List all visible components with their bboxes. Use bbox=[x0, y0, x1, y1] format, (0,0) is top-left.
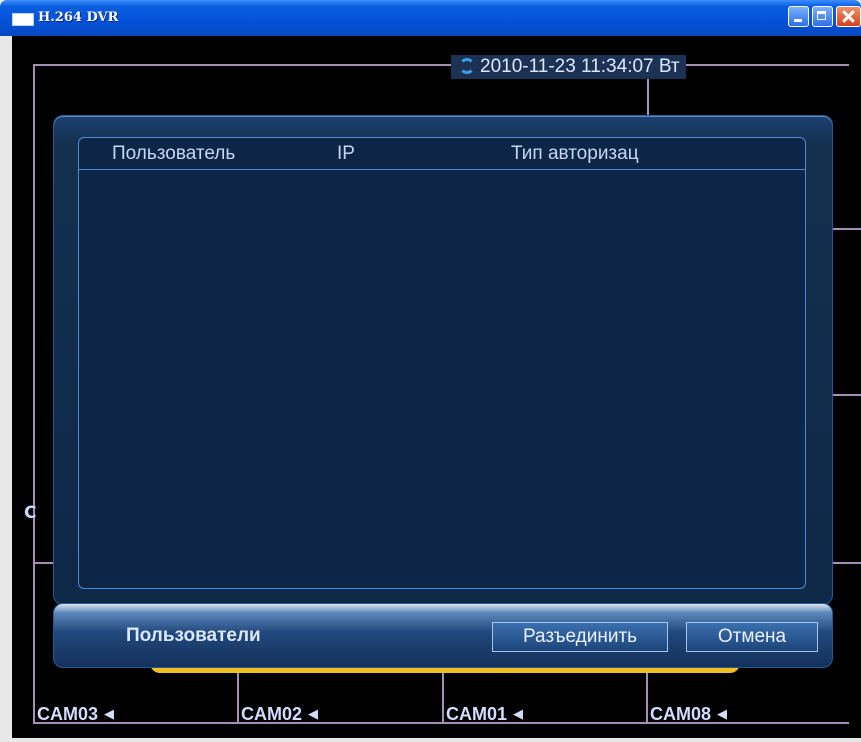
column-header-user[interactable]: Пользователь bbox=[112, 143, 235, 165]
grid-line bbox=[33, 562, 53, 564]
grid-line bbox=[831, 562, 861, 564]
disconnect-button[interactable]: Разъединить bbox=[492, 622, 668, 652]
dialog-footer: Пользователи Разъединить Отмена bbox=[53, 603, 833, 668]
refresh-icon bbox=[459, 58, 475, 74]
window-titlebar[interactable]: H.264 DVR bbox=[0, 0, 861, 36]
minimize-button[interactable] bbox=[788, 6, 809, 27]
cancel-button[interactable]: Отмена bbox=[686, 622, 818, 652]
camera-label: CAM01 ◀ bbox=[446, 704, 523, 725]
grid-line bbox=[237, 666, 239, 724]
camera-label: CAM02 ◀ bbox=[241, 704, 318, 725]
grid-line bbox=[831, 228, 861, 230]
column-header-ip[interactable]: IP bbox=[337, 143, 355, 165]
datetime-overlay: 2010-11-23 11:34:07 Вт bbox=[451, 55, 686, 79]
list-header: Пользователь IP Тип авторизац bbox=[79, 138, 805, 170]
grid-line bbox=[831, 394, 861, 396]
camera-name: CAM03 bbox=[37, 704, 99, 724]
footer-title: Пользователи bbox=[126, 625, 261, 646]
speaker-icon[interactable]: ◀ bbox=[308, 706, 318, 721]
column-header-auth-type[interactable]: Тип авторизац bbox=[511, 143, 639, 165]
online-users-dialog: Пользователь IP Тип авторизац bbox=[53, 115, 833, 605]
speaker-icon[interactable]: ◀ bbox=[513, 706, 523, 721]
speaker-icon[interactable]: ◀ bbox=[717, 706, 727, 721]
camera-label: CAM08 ◀ bbox=[650, 704, 727, 725]
grid-line bbox=[442, 666, 444, 724]
grid-line bbox=[646, 666, 648, 724]
camera-label: CAM03 ◀ bbox=[37, 704, 114, 725]
grid-line bbox=[33, 64, 35, 724]
window-title: H.264 DVR bbox=[38, 10, 119, 25]
users-list[interactable]: Пользователь IP Тип авторизац bbox=[78, 137, 806, 589]
grid-line bbox=[33, 64, 849, 66]
maximize-button[interactable] bbox=[812, 6, 833, 27]
speaker-icon[interactable]: ◀ bbox=[104, 706, 114, 721]
channel-letter: C bbox=[24, 503, 37, 523]
camera-name: CAM02 bbox=[241, 704, 303, 724]
camera-name: CAM01 bbox=[446, 704, 508, 724]
close-button[interactable] bbox=[836, 6, 861, 27]
app-icon bbox=[12, 13, 34, 26]
datetime-text: 2010-11-23 11:34:07 Вт bbox=[480, 56, 680, 77]
camera-name: CAM08 bbox=[650, 704, 712, 724]
